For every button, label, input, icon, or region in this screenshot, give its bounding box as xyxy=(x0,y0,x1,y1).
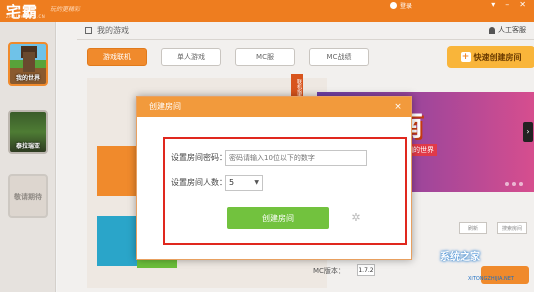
title-bar: 宅霸 ZHAIBA.COM.CN 玩的更精彩 登录 ▾ – ✕ xyxy=(0,0,534,22)
settings-icon[interactable]: ▾ xyxy=(491,0,495,9)
highlight-box: 设置房间密码： 设置房间人数： 5 ▼ 创建房间 ✲ xyxy=(163,137,407,245)
minimize-icon[interactable]: – xyxy=(505,0,509,9)
room-size-label: 设置房间人数： xyxy=(171,178,227,187)
dialog-title: 创建房间 xyxy=(149,102,181,111)
tab-single-player[interactable]: 单人游戏 xyxy=(161,48,221,66)
close-icon[interactable]: × xyxy=(391,100,405,114)
my-games-label[interactable]: 我的游戏 xyxy=(97,25,129,36)
game-tile-label: 泰拉瑞亚 xyxy=(15,143,40,150)
app-logo-subtitle: ZHAIBA.COM.CN xyxy=(6,14,46,19)
user-icon xyxy=(390,1,397,9)
game-tile-label: 我的世界 xyxy=(15,75,40,82)
watermark-logo: 系统之家 xyxy=(440,252,480,263)
watermark-url: XiTONGZHIJIA.NET xyxy=(468,276,514,282)
room-size-select[interactable]: 5 ▼ xyxy=(225,175,263,191)
password-label: 设置房间密码： xyxy=(171,153,227,162)
my-games-bar: 我的游戏 人工客服 xyxy=(77,22,534,40)
version-select[interactable]: 1.7.2 xyxy=(357,264,375,276)
home-icon xyxy=(85,27,92,34)
chevron-down-icon: ▼ xyxy=(254,179,259,186)
tab-online[interactable]: 游戏联机 xyxy=(87,48,147,66)
support-link[interactable]: 人工客服 xyxy=(489,25,526,35)
game-tile-coming-soon[interactable]: 敬请期待 xyxy=(8,174,48,218)
login-label: 登录 xyxy=(400,2,413,10)
tab-mc-stats[interactable]: MC战绩 xyxy=(309,48,369,66)
mode-tabs: 游戏联机 单人游戏 MC服 MC战绩 xyxy=(87,48,369,66)
window-controls: ▾ – ✕ xyxy=(491,0,526,9)
login-link[interactable]: 登录 xyxy=(390,0,412,10)
room-card[interactable] xyxy=(97,146,137,196)
support-label: 人工客服 xyxy=(498,26,526,34)
carousel-dot[interactable] xyxy=(512,182,516,186)
create-room-button[interactable]: 创建房间 xyxy=(227,207,329,229)
password-input[interactable] xyxy=(225,150,367,166)
minecraft-character-icon xyxy=(23,52,35,72)
support-icon xyxy=(489,26,495,34)
carousel-dots xyxy=(505,182,523,186)
dialog-header: 创建房间 × xyxy=(137,97,411,117)
tab-mc-server[interactable]: MC服 xyxy=(235,48,295,66)
next-arrow-icon[interactable]: › xyxy=(523,122,533,142)
settings-gear-icon[interactable]: ✲ xyxy=(349,211,363,225)
carousel-dot[interactable] xyxy=(519,182,523,186)
room-card[interactable] xyxy=(97,216,137,266)
quick-create-room-button[interactable]: + 快速创建房间 xyxy=(447,46,534,68)
version-label: MC版本： xyxy=(313,267,345,275)
game-sidebar: 我的世界 泰拉瑞亚 敬请期待 xyxy=(0,22,56,292)
game-tile-label: 敬请期待 xyxy=(14,193,42,201)
quick-create-room-label: 快速创建房间 xyxy=(473,52,522,62)
create-room-dialog: 创建房间 × 设置房间密码： 设置房间人数： 5 ▼ 创建房间 ✲ xyxy=(136,96,412,260)
plus-icon: + xyxy=(460,52,471,62)
room-size-value: 5 xyxy=(229,178,235,187)
close-window-icon[interactable]: ✕ xyxy=(519,0,526,9)
carousel-dot[interactable] xyxy=(505,182,509,186)
game-tile-terraria[interactable]: 泰拉瑞亚 xyxy=(8,110,48,154)
game-tile-minecraft[interactable]: 我的世界 xyxy=(8,42,48,86)
refresh-button[interactable]: 刷新 xyxy=(459,222,487,234)
app-slogan: 玩的更精彩 xyxy=(50,6,81,13)
search-room-button[interactable]: 搜索房间 xyxy=(497,222,527,234)
